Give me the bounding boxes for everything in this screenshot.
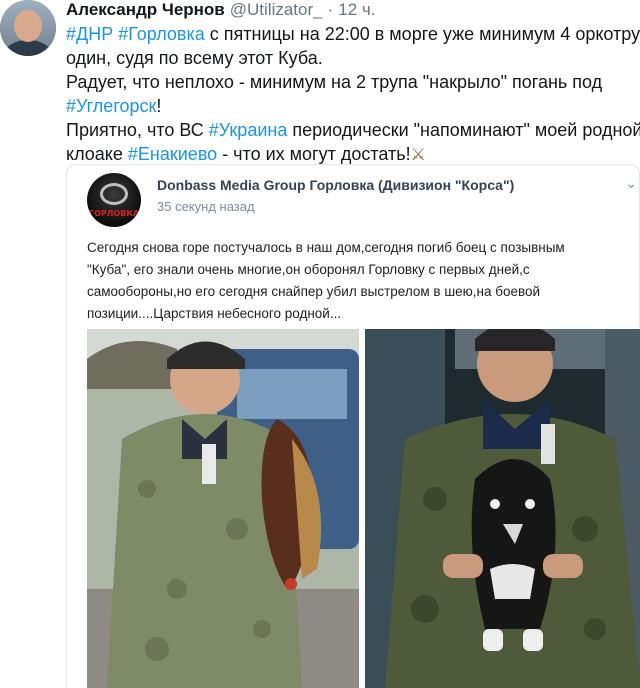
post-text: Сегодня снова горе постучалось в наш дом… xyxy=(87,237,617,325)
photo-soldier-with-pheasant[interactable] xyxy=(87,329,359,688)
tweet-text-line: #ДНР #Горловка с пятницы на 22:00 в морг… xyxy=(66,22,640,46)
tweet-text-segment: - что их могут достать! xyxy=(217,144,411,164)
tweet-text-segment: с пятницы на 22:00 в морге уже минимум 4… xyxy=(204,24,640,44)
hashtag-link[interactable]: #Углегорск xyxy=(66,96,156,116)
tweet-text-line: #Углегорск! xyxy=(66,94,636,118)
tweet-text-segment: периодически "напоминают" моей родной xyxy=(287,120,640,140)
logo-ring-icon xyxy=(100,183,128,205)
chevron-down-icon[interactable]: ⌄ xyxy=(625,175,637,192)
crossed-swords-icon: ⚔ xyxy=(410,145,426,164)
tweet-text-segment: клоаке xyxy=(66,144,128,164)
tweet-text-segment: Приятно, что ВС xyxy=(66,120,209,140)
avatar-face xyxy=(14,10,42,42)
author-avatar[interactable] xyxy=(0,0,56,56)
hashtag-link[interactable]: #ДНР xyxy=(66,24,113,44)
embedded-post-card[interactable]: ГОРЛОВКА Donbass Media Group Горловка (Д… xyxy=(66,164,640,688)
tweet-text-segment: Радует, что неплохо - минимум на 2 трупа… xyxy=(66,72,603,92)
tweet-text-segment: один, судя по всему этот Куба. xyxy=(66,48,323,68)
tweet-text-line: Радует, что неплохо - минимум на 2 трупа… xyxy=(66,70,636,94)
tweet-timestamp[interactable]: 12 ч. xyxy=(338,0,375,20)
tweet-header: Александр Чернов @Utilizator_ · 12 ч. xyxy=(66,0,376,20)
logo-text: ГОРЛОВКА xyxy=(88,209,140,218)
author-name[interactable]: Александр Чернов xyxy=(66,0,225,20)
post-text-line: самообороны,но его сегодня снайпер убил … xyxy=(87,284,541,299)
tweet-text-line: один, судя по всему этот Куба. xyxy=(66,46,636,70)
separator-dot: · xyxy=(327,0,334,19)
tweet-text-segment: ! xyxy=(156,96,162,116)
page-avatar[interactable]: ГОРЛОВКА xyxy=(87,173,141,227)
post-timestamp[interactable]: 35 секунд назад xyxy=(157,199,255,214)
tweet-text-line: Приятно, что ВС #Украина периодически "н… xyxy=(66,118,640,142)
hashtag-link[interactable]: #Енакиево xyxy=(128,144,217,164)
hashtag-link[interactable]: #Горловка xyxy=(118,24,205,44)
tweet-text: #ДНР #Горловка с пятницы на 22:00 в морг… xyxy=(66,22,640,167)
photo-left-image xyxy=(87,329,359,688)
hashtag-link[interactable]: #Украина xyxy=(209,120,288,140)
author-handle[interactable]: @Utilizator_ xyxy=(230,0,323,20)
page-name[interactable]: Donbass Media Group Горловка (Дивизион "… xyxy=(157,177,514,193)
post-text-line: Сегодня снова горе постучалось в наш дом… xyxy=(87,240,565,255)
post-text-line: "Куба", его знали очень многие,он оборон… xyxy=(87,262,530,277)
post-text-line: позиции....Царствия небесного родной... xyxy=(87,306,342,321)
photo-soldier-with-puppy[interactable] xyxy=(365,329,640,688)
photo-right-image xyxy=(365,329,640,688)
